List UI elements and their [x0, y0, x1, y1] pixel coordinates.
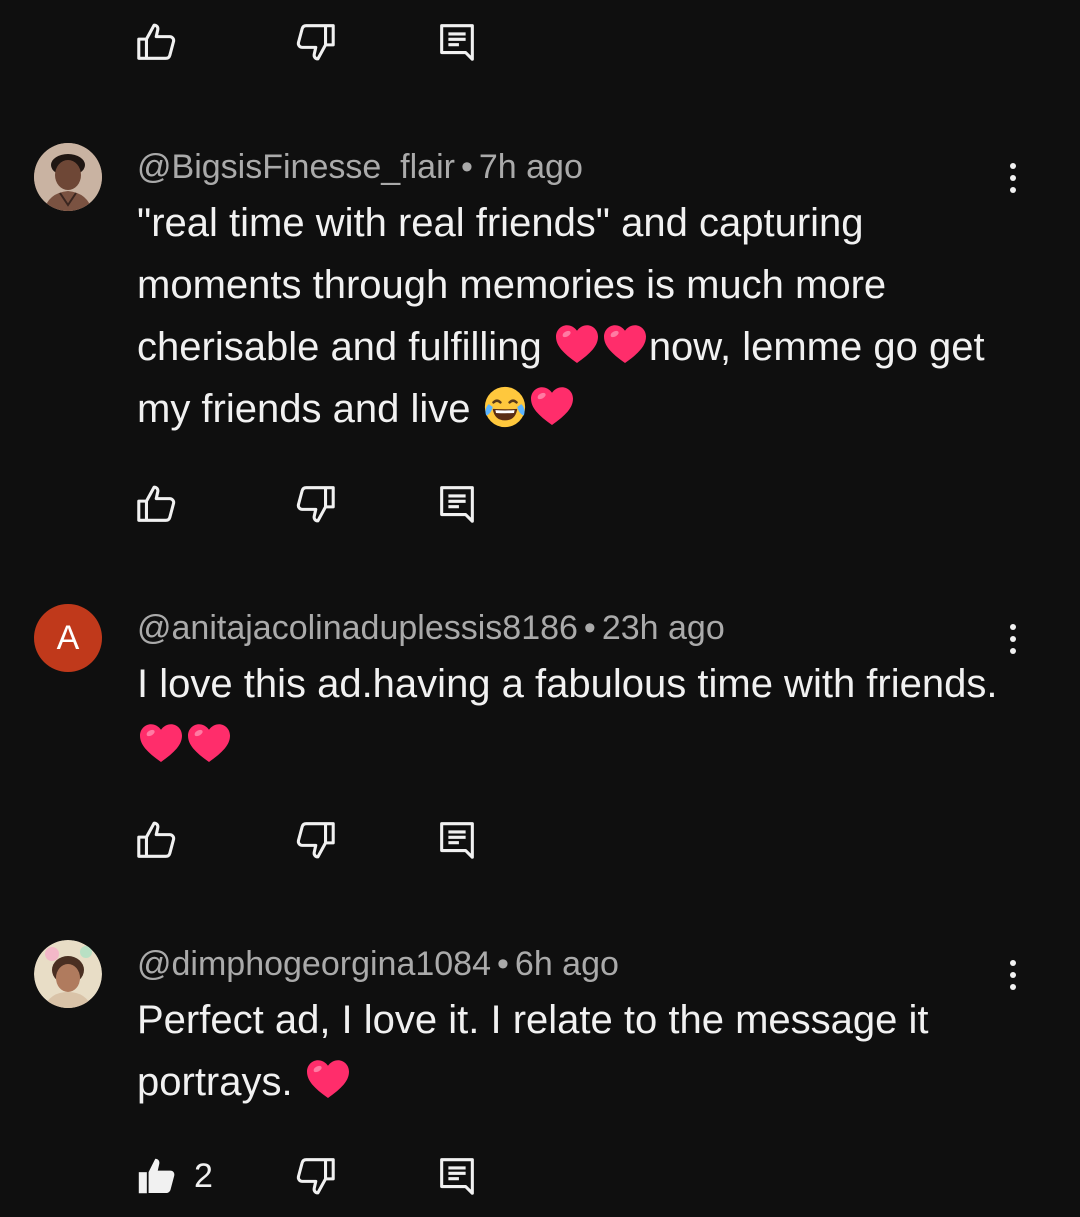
- author-name[interactable]: @BigsisFinesse_flair: [137, 148, 455, 186]
- comment-text: "real time with real friends" and captur…: [137, 192, 1007, 440]
- avatar[interactable]: [34, 143, 102, 211]
- thumbs-up-icon: [134, 817, 180, 863]
- avatar[interactable]: A: [34, 604, 102, 672]
- author-name[interactable]: @anitajacolinaduplessis8186: [137, 609, 578, 647]
- like-button[interactable]: [134, 474, 180, 534]
- separator-dot: •: [583, 609, 596, 647]
- more-vert-icon: [1010, 624, 1016, 630]
- thumbs-down-icon: [292, 817, 338, 863]
- comment-actions: [0, 474, 1080, 534]
- action-bar-previous: [0, 12, 1080, 72]
- comment-text-part: Perfect ad, I love it. I relate to the m…: [137, 998, 929, 1104]
- comment-text: I love this ad.having a fabulous time wi…: [137, 653, 1007, 777]
- author-name[interactable]: @dimphogeorgina1084: [137, 945, 491, 983]
- red-heart-emoji: [137, 719, 185, 767]
- thumbs-up-icon: [134, 481, 180, 527]
- reply-icon: [434, 19, 480, 65]
- comment-time: 23h ago: [601, 609, 725, 647]
- more-vert-icon: [1010, 163, 1016, 169]
- comment-actions: [0, 810, 1080, 870]
- like-count: 2: [194, 1157, 213, 1195]
- thumbs-up-icon: [134, 19, 180, 65]
- separator-dot: •: [460, 148, 473, 186]
- like-button[interactable]: [134, 12, 180, 72]
- more-options-button[interactable]: [996, 950, 1030, 1000]
- reply-icon: [434, 817, 480, 863]
- comment-time: 7h ago: [478, 148, 583, 186]
- like-button[interactable]: 2: [134, 1146, 213, 1206]
- reply-icon: [434, 481, 480, 527]
- avatar-photo: [34, 940, 102, 1008]
- thumbs-down-icon: [292, 19, 338, 65]
- comment-actions: 2: [0, 1146, 1080, 1206]
- comment-meta: @BigsisFinesse_flair • 7h ago: [137, 145, 583, 189]
- red-heart-emoji: [528, 382, 576, 430]
- comment-meta: @anitajacolinaduplessis8186 • 23h ago: [137, 606, 725, 650]
- thumbs-down-icon: [292, 481, 338, 527]
- reply-button[interactable]: [434, 474, 480, 534]
- red-heart-emoji: [553, 320, 601, 368]
- more-options-button[interactable]: [996, 614, 1030, 664]
- reply-button[interactable]: [434, 12, 480, 72]
- dislike-button[interactable]: [292, 1146, 338, 1206]
- avatar[interactable]: [34, 940, 102, 1008]
- red-heart-emoji: [185, 719, 233, 767]
- more-vert-icon: [1010, 960, 1016, 966]
- avatar-photo: [34, 143, 102, 211]
- red-heart-emoji: [304, 1055, 352, 1103]
- thumbs-down-icon: [292, 1153, 338, 1199]
- separator-dot: •: [497, 945, 509, 983]
- comment-text-part: I love this ad.having a fabulous time wi…: [137, 662, 998, 706]
- reply-icon: [434, 1153, 480, 1199]
- reply-button[interactable]: [434, 1146, 480, 1206]
- comment-meta: @dimphogeorgina1084 • 6h ago: [137, 942, 619, 986]
- like-button[interactable]: [134, 810, 180, 870]
- red-heart-emoji: [601, 320, 649, 368]
- more-options-button[interactable]: [996, 153, 1030, 203]
- dislike-button[interactable]: [292, 810, 338, 870]
- comment-time: 6h ago: [514, 945, 619, 983]
- thumbs-up-filled-icon: [134, 1153, 180, 1199]
- tears-of-joy-emoji: [482, 384, 528, 430]
- reply-button[interactable]: [434, 810, 480, 870]
- comment-text: Perfect ad, I love it. I relate to the m…: [137, 989, 1007, 1113]
- dislike-button[interactable]: [292, 474, 338, 534]
- dislike-button[interactable]: [292, 12, 338, 72]
